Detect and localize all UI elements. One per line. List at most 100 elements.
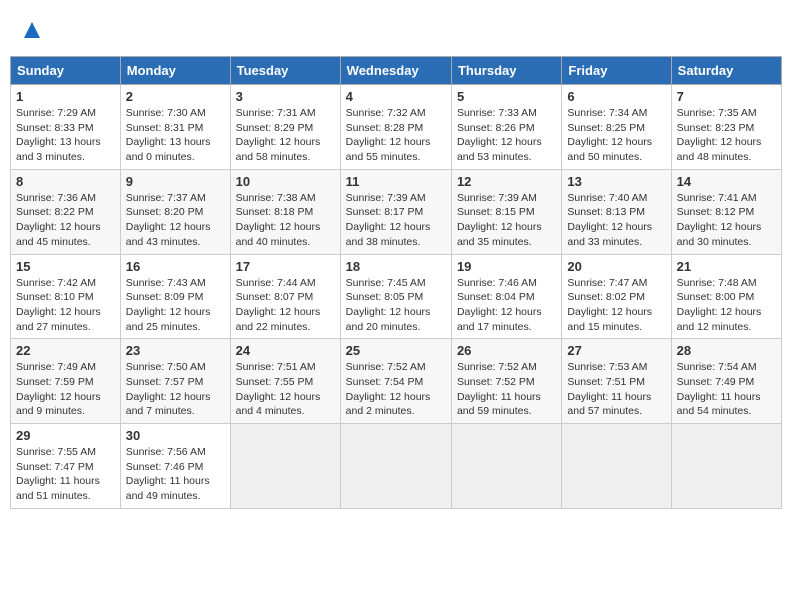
calendar-table: Sunday Monday Tuesday Wednesday Thursday… (10, 56, 782, 509)
day-27: 27 Sunrise: 7:53 AMSunset: 7:51 PMDaylig… (562, 339, 671, 424)
day-8: 8 Sunrise: 7:36 AMSunset: 8:22 PMDayligh… (11, 169, 121, 254)
col-wednesday: Wednesday (340, 57, 451, 85)
day-info: Sunrise: 7:50 AMSunset: 7:57 PMDaylight:… (126, 361, 211, 417)
day-number: 3 (236, 89, 335, 104)
day-info: Sunrise: 7:33 AMSunset: 8:26 PMDaylight:… (457, 107, 542, 163)
day-number: 9 (126, 174, 225, 189)
day-number: 30 (126, 428, 225, 443)
day-info: Sunrise: 7:51 AMSunset: 7:55 PMDaylight:… (236, 361, 321, 417)
col-tuesday: Tuesday (230, 57, 340, 85)
day-info: Sunrise: 7:41 AMSunset: 8:12 PMDaylight:… (677, 192, 762, 248)
day-2: 2 Sunrise: 7:30 AMSunset: 8:31 PMDayligh… (120, 85, 230, 170)
page-header (10, 10, 782, 51)
day-19: 19 Sunrise: 7:46 AMSunset: 8:04 PMDaylig… (451, 254, 561, 339)
empty-cell (451, 424, 561, 509)
empty-cell (340, 424, 451, 509)
day-number: 16 (126, 259, 225, 274)
day-info: Sunrise: 7:37 AMSunset: 8:20 PMDaylight:… (126, 192, 211, 248)
empty-cell (230, 424, 340, 509)
day-number: 20 (567, 259, 665, 274)
day-number: 10 (236, 174, 335, 189)
day-4: 4 Sunrise: 7:32 AMSunset: 8:28 PMDayligh… (340, 85, 451, 170)
day-1: 1 Sunrise: 7:29 AMSunset: 8:33 PMDayligh… (11, 85, 121, 170)
logo-icon (22, 20, 42, 40)
day-17: 17 Sunrise: 7:44 AMSunset: 8:07 PMDaylig… (230, 254, 340, 339)
day-number: 25 (346, 343, 446, 358)
day-number: 18 (346, 259, 446, 274)
day-info: Sunrise: 7:38 AMSunset: 8:18 PMDaylight:… (236, 192, 321, 248)
day-info: Sunrise: 7:48 AMSunset: 8:00 PMDaylight:… (677, 277, 762, 333)
day-3: 3 Sunrise: 7:31 AMSunset: 8:29 PMDayligh… (230, 85, 340, 170)
col-saturday: Saturday (671, 57, 781, 85)
day-number: 15 (16, 259, 115, 274)
day-info: Sunrise: 7:52 AMSunset: 7:54 PMDaylight:… (346, 361, 431, 417)
day-info: Sunrise: 7:36 AMSunset: 8:22 PMDaylight:… (16, 192, 101, 248)
day-30: 30 Sunrise: 7:56 AMSunset: 7:46 PMDaylig… (120, 424, 230, 509)
day-29: 29 Sunrise: 7:55 AMSunset: 7:47 PMDaylig… (11, 424, 121, 509)
day-number: 6 (567, 89, 665, 104)
day-info: Sunrise: 7:52 AMSunset: 7:52 PMDaylight:… (457, 361, 541, 417)
col-thursday: Thursday (451, 57, 561, 85)
day-26: 26 Sunrise: 7:52 AMSunset: 7:52 PMDaylig… (451, 339, 561, 424)
calendar-body: 1 Sunrise: 7:29 AMSunset: 8:33 PMDayligh… (11, 85, 782, 509)
day-info: Sunrise: 7:46 AMSunset: 8:04 PMDaylight:… (457, 277, 542, 333)
day-10: 10 Sunrise: 7:38 AMSunset: 8:18 PMDaylig… (230, 169, 340, 254)
day-number: 26 (457, 343, 556, 358)
day-number: 23 (126, 343, 225, 358)
day-18: 18 Sunrise: 7:45 AMSunset: 8:05 PMDaylig… (340, 254, 451, 339)
day-info: Sunrise: 7:29 AMSunset: 8:33 PMDaylight:… (16, 107, 101, 163)
day-info: Sunrise: 7:34 AMSunset: 8:25 PMDaylight:… (567, 107, 652, 163)
day-number: 2 (126, 89, 225, 104)
day-info: Sunrise: 7:44 AMSunset: 8:07 PMDaylight:… (236, 277, 321, 333)
day-7: 7 Sunrise: 7:35 AMSunset: 8:23 PMDayligh… (671, 85, 781, 170)
day-12: 12 Sunrise: 7:39 AMSunset: 8:15 PMDaylig… (451, 169, 561, 254)
day-13: 13 Sunrise: 7:40 AMSunset: 8:13 PMDaylig… (562, 169, 671, 254)
day-number: 11 (346, 174, 446, 189)
day-info: Sunrise: 7:32 AMSunset: 8:28 PMDaylight:… (346, 107, 431, 163)
day-info: Sunrise: 7:47 AMSunset: 8:02 PMDaylight:… (567, 277, 652, 333)
logo (20, 20, 42, 46)
day-info: Sunrise: 7:39 AMSunset: 8:17 PMDaylight:… (346, 192, 431, 248)
day-25: 25 Sunrise: 7:52 AMSunset: 7:54 PMDaylig… (340, 339, 451, 424)
day-number: 27 (567, 343, 665, 358)
day-28: 28 Sunrise: 7:54 AMSunset: 7:49 PMDaylig… (671, 339, 781, 424)
day-21: 21 Sunrise: 7:48 AMSunset: 8:00 PMDaylig… (671, 254, 781, 339)
day-info: Sunrise: 7:54 AMSunset: 7:49 PMDaylight:… (677, 361, 761, 417)
day-number: 24 (236, 343, 335, 358)
day-24: 24 Sunrise: 7:51 AMSunset: 7:55 PMDaylig… (230, 339, 340, 424)
col-friday: Friday (562, 57, 671, 85)
calendar-header-row: Sunday Monday Tuesday Wednesday Thursday… (11, 57, 782, 85)
day-info: Sunrise: 7:49 AMSunset: 7:59 PMDaylight:… (16, 361, 101, 417)
day-info: Sunrise: 7:43 AMSunset: 8:09 PMDaylight:… (126, 277, 211, 333)
day-info: Sunrise: 7:53 AMSunset: 7:51 PMDaylight:… (567, 361, 651, 417)
day-number: 12 (457, 174, 556, 189)
day-info: Sunrise: 7:30 AMSunset: 8:31 PMDaylight:… (126, 107, 211, 163)
week-row-4: 22 Sunrise: 7:49 AMSunset: 7:59 PMDaylig… (11, 339, 782, 424)
day-6: 6 Sunrise: 7:34 AMSunset: 8:25 PMDayligh… (562, 85, 671, 170)
day-number: 17 (236, 259, 335, 274)
day-9: 9 Sunrise: 7:37 AMSunset: 8:20 PMDayligh… (120, 169, 230, 254)
day-info: Sunrise: 7:45 AMSunset: 8:05 PMDaylight:… (346, 277, 431, 333)
week-row-5: 29 Sunrise: 7:55 AMSunset: 7:47 PMDaylig… (11, 424, 782, 509)
day-15: 15 Sunrise: 7:42 AMSunset: 8:10 PMDaylig… (11, 254, 121, 339)
day-16: 16 Sunrise: 7:43 AMSunset: 8:09 PMDaylig… (120, 254, 230, 339)
day-20: 20 Sunrise: 7:47 AMSunset: 8:02 PMDaylig… (562, 254, 671, 339)
day-info: Sunrise: 7:35 AMSunset: 8:23 PMDaylight:… (677, 107, 762, 163)
day-info: Sunrise: 7:39 AMSunset: 8:15 PMDaylight:… (457, 192, 542, 248)
col-monday: Monday (120, 57, 230, 85)
day-info: Sunrise: 7:56 AMSunset: 7:46 PMDaylight:… (126, 446, 210, 502)
day-number: 21 (677, 259, 776, 274)
day-23: 23 Sunrise: 7:50 AMSunset: 7:57 PMDaylig… (120, 339, 230, 424)
day-info: Sunrise: 7:42 AMSunset: 8:10 PMDaylight:… (16, 277, 101, 333)
day-number: 19 (457, 259, 556, 274)
empty-cell (671, 424, 781, 509)
day-number: 4 (346, 89, 446, 104)
day-number: 8 (16, 174, 115, 189)
week-row-1: 1 Sunrise: 7:29 AMSunset: 8:33 PMDayligh… (11, 85, 782, 170)
day-number: 5 (457, 89, 556, 104)
day-14: 14 Sunrise: 7:41 AMSunset: 8:12 PMDaylig… (671, 169, 781, 254)
col-sunday: Sunday (11, 57, 121, 85)
week-row-3: 15 Sunrise: 7:42 AMSunset: 8:10 PMDaylig… (11, 254, 782, 339)
day-number: 22 (16, 343, 115, 358)
day-number: 1 (16, 89, 115, 104)
